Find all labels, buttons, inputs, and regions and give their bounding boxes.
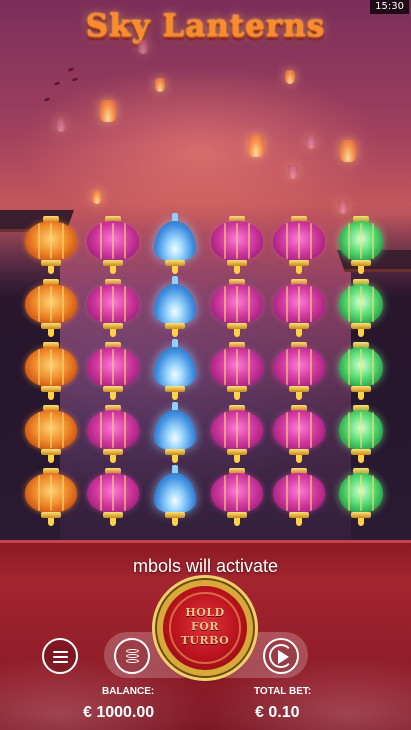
magenta-lantern-symbol xyxy=(82,339,144,401)
info-message: mbols will activate xyxy=(132,556,279,576)
autoplay-button[interactable] xyxy=(263,638,299,674)
spin-button-label: HOLD FOR TURBO xyxy=(163,606,247,648)
background-sky-lantern xyxy=(248,135,264,157)
magenta-lantern-symbol xyxy=(268,213,330,275)
balance-value: € 1000.00 xyxy=(83,704,155,721)
spin-button[interactable]: HOLD FOR TURBO xyxy=(157,580,253,676)
bird-icon xyxy=(71,77,79,82)
background-sky-lantern xyxy=(138,40,148,54)
magenta-lantern-symbol xyxy=(268,465,330,527)
blue-lantern-symbol xyxy=(144,213,206,275)
spin-label-line: TURBO xyxy=(180,634,230,647)
background-sky-lantern xyxy=(56,118,66,132)
magenta-lantern-symbol xyxy=(82,465,144,527)
reel-column xyxy=(144,210,206,540)
background-sky-lantern xyxy=(285,70,295,84)
blue-lantern-symbol xyxy=(144,339,206,401)
game-title: Sky Lanterns xyxy=(85,8,326,44)
green-lantern-symbol xyxy=(330,339,392,401)
background-sky-lantern xyxy=(155,78,165,92)
magenta-lantern-symbol xyxy=(82,213,144,275)
reel-column xyxy=(268,210,330,540)
magenta-lantern-symbol xyxy=(206,276,268,338)
magenta-lantern-symbol xyxy=(82,276,144,338)
balance-label: BALANCE: xyxy=(102,686,155,697)
blue-lantern-symbol xyxy=(144,276,206,338)
total-bet-value: € 0.10 xyxy=(255,704,300,721)
bird-icon xyxy=(43,97,51,102)
magenta-lantern-symbol xyxy=(268,339,330,401)
bird-icon xyxy=(53,81,61,86)
background-sky-lantern xyxy=(340,140,356,162)
spin-label-line: HOLD xyxy=(185,606,225,619)
background-sky-lantern xyxy=(100,100,116,122)
green-lantern-symbol xyxy=(330,213,392,275)
reel-column xyxy=(206,210,268,540)
magenta-lantern-symbol xyxy=(268,402,330,464)
magenta-lantern-symbol xyxy=(206,213,268,275)
orange-lantern-symbol xyxy=(20,276,82,338)
blue-lantern-symbol xyxy=(144,402,206,464)
background-sky-lantern xyxy=(288,165,298,179)
background-sky-lantern xyxy=(92,190,102,204)
background-sky-lantern xyxy=(306,135,316,149)
reel-grid xyxy=(15,210,396,540)
bet-settings-button[interactable] xyxy=(114,638,150,674)
blue-lantern-symbol xyxy=(144,465,206,527)
reel-column xyxy=(82,210,144,540)
total-bet-label: TOTAL BET: xyxy=(254,686,312,697)
green-lantern-symbol xyxy=(330,276,392,338)
green-lantern-symbol xyxy=(330,402,392,464)
orange-lantern-symbol xyxy=(20,339,82,401)
green-lantern-symbol xyxy=(330,465,392,527)
magenta-lantern-symbol xyxy=(206,339,268,401)
spin-label-line: FOR xyxy=(190,620,220,633)
orange-lantern-symbol xyxy=(20,213,82,275)
bird-icon xyxy=(67,67,75,72)
orange-lantern-symbol xyxy=(20,465,82,527)
magenta-lantern-symbol xyxy=(268,276,330,338)
reel-column xyxy=(20,210,82,540)
magenta-lantern-symbol xyxy=(206,402,268,464)
game-scene: 15:30 Sky Lanterns mbols will activate H… xyxy=(0,0,411,730)
reel-column xyxy=(330,210,392,540)
magenta-lantern-symbol xyxy=(206,465,268,527)
menu-button[interactable] xyxy=(42,638,78,674)
magenta-lantern-symbol xyxy=(82,402,144,464)
orange-lantern-symbol xyxy=(20,402,82,464)
